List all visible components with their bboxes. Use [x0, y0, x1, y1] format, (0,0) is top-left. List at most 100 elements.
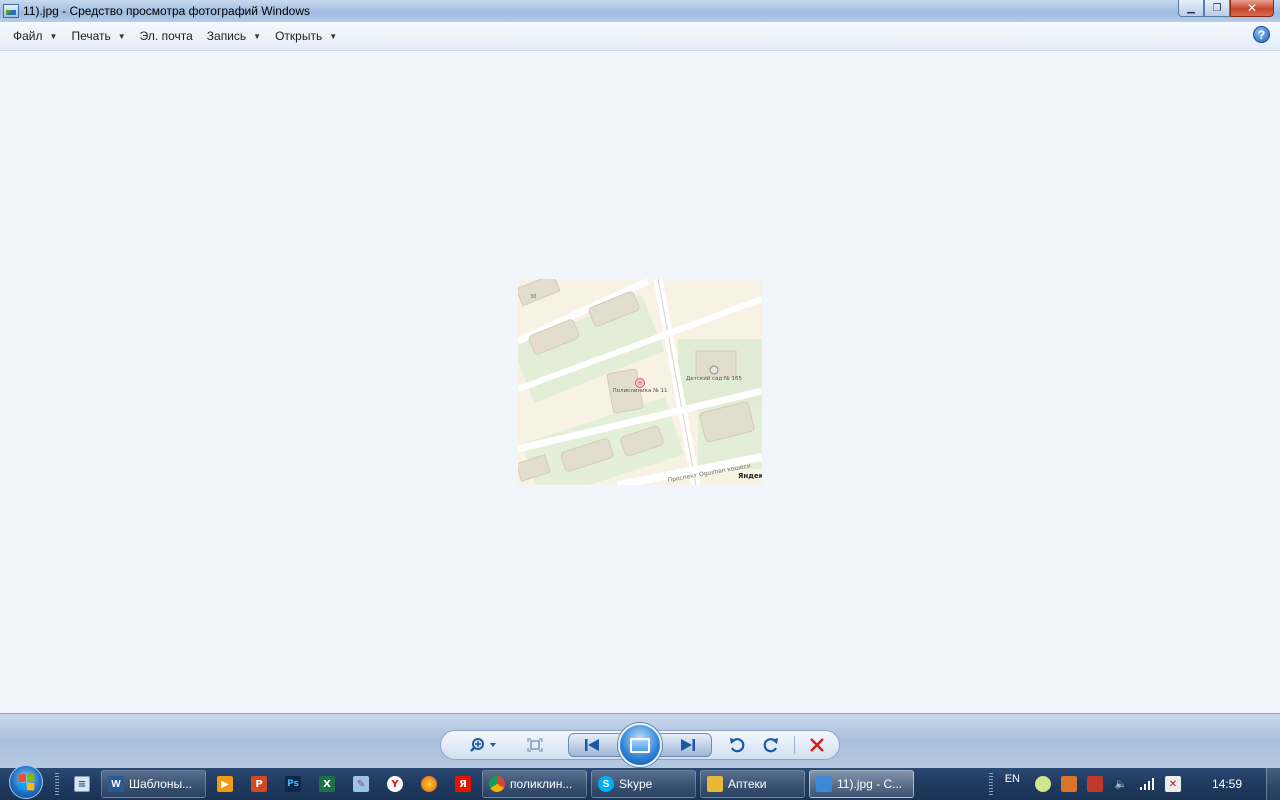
- quicklaunch-yandex-browser[interactable]: Y: [381, 771, 409, 797]
- paint-icon: ✎: [353, 776, 369, 792]
- next-icon: [681, 739, 695, 751]
- quicklaunch-yandex[interactable]: Я: [449, 771, 477, 797]
- quicklaunch-media[interactable]: ▶: [211, 771, 239, 797]
- close-icon: ✕: [1246, 1, 1258, 15]
- previous-button[interactable]: [578, 731, 606, 759]
- task-chrome-label: поликлин...: [510, 777, 573, 791]
- chrome-icon: [489, 776, 505, 792]
- rotate-left-icon: [730, 738, 745, 753]
- menu-email[interactable]: Эл. почта: [133, 25, 200, 47]
- minimize-icon: ▁: [1187, 2, 1195, 14]
- chevron-down-icon: ▼: [117, 31, 126, 41]
- map-label-brand: Яндекс: [738, 472, 762, 480]
- quicklaunch-grip[interactable]: [55, 773, 59, 795]
- actual-size-icon: [527, 738, 543, 752]
- task-skype-label: Skype: [619, 777, 653, 791]
- rotate-right-button[interactable]: [758, 731, 784, 759]
- actual-size-button[interactable]: [522, 731, 548, 759]
- yandex-browser-icon: Y: [387, 776, 403, 792]
- tray-app-icon[interactable]: [1034, 776, 1051, 792]
- language-indicator[interactable]: EN: [1005, 773, 1020, 785]
- tray-security-icon[interactable]: [1086, 776, 1103, 792]
- menu-print-label: Печать: [71, 29, 111, 43]
- excel-icon: X: [319, 776, 335, 792]
- delete-button[interactable]: [804, 731, 830, 759]
- task-skype[interactable]: S Skype: [591, 770, 696, 798]
- task-folder-label: Аптеки: [728, 777, 767, 791]
- show-desktop-button[interactable]: [1266, 768, 1280, 800]
- map-photo[interactable]: + Поликлиника № 11 Детский сад № 165 Про…: [518, 279, 762, 485]
- quicklaunch-firefox[interactable]: [415, 771, 443, 797]
- window-title: 11).jpg - Средство просмотра фотографий …: [23, 4, 310, 18]
- map-label-house-number: 30: [530, 294, 536, 300]
- network-error-icon[interactable]: ✕: [1164, 776, 1181, 792]
- rotate-left-button[interactable]: [724, 731, 750, 759]
- skype-icon: S: [598, 776, 614, 792]
- slideshow-button[interactable]: [618, 723, 662, 767]
- word-icon: W: [108, 776, 124, 792]
- close-button[interactable]: ✕: [1230, 0, 1274, 17]
- menu-burn[interactable]: Запись ▼: [200, 25, 268, 47]
- help-button[interactable]: ?: [1253, 26, 1270, 43]
- menu-file-label: Файл: [13, 29, 43, 43]
- photo-viewer-icon: [816, 776, 832, 792]
- menu-file[interactable]: Файл ▼: [6, 25, 64, 47]
- previous-icon: [585, 739, 599, 751]
- window-controls: ▁ ❐ ✕: [1178, 0, 1274, 17]
- notepad-icon: ≡: [74, 776, 90, 792]
- zoom-button[interactable]: [466, 731, 500, 759]
- chevron-down-icon: ▼: [329, 31, 338, 41]
- title-bar: 11).jpg - Средство просмотра фотографий …: [0, 0, 1280, 22]
- quicklaunch-notepad[interactable]: ≡: [68, 771, 96, 797]
- menu-email-label: Эл. почта: [139, 29, 193, 43]
- map-image: + Поликлиника № 11 Детский сад № 165 Про…: [518, 279, 762, 485]
- task-photo-viewer[interactable]: 11).jpg - С...: [809, 770, 914, 798]
- menu-burn-label: Запись: [206, 29, 247, 43]
- delete-icon: [810, 738, 824, 752]
- photo-viewer-app-icon: [3, 4, 19, 18]
- chevron-down-icon: ▼: [49, 31, 58, 41]
- svg-text:+: +: [637, 380, 642, 387]
- yandex-icon: Я: [455, 776, 471, 792]
- quicklaunch-excel[interactable]: X: [313, 771, 341, 797]
- tray-grip[interactable]: [988, 773, 993, 795]
- photo-display-area: + Поликлиника № 11 Детский сад № 165 Про…: [0, 51, 1280, 713]
- system-tray: EN 🔈 ✕ 14:59: [988, 768, 1280, 800]
- slideshow-icon: [630, 737, 650, 753]
- firefox-icon: [421, 776, 437, 792]
- task-photo-viewer-label: 11).jpg - С...: [837, 777, 903, 791]
- start-button[interactable]: [9, 765, 43, 799]
- task-folder[interactable]: Аптеки: [700, 770, 805, 798]
- tray-flag-icon[interactable]: [1060, 776, 1077, 792]
- windows-logo-icon: [18, 773, 35, 791]
- minimize-button[interactable]: ▁: [1178, 0, 1204, 17]
- taskbar: ≡ W Шаблоны... ▶ P Ps X ✎ Y Я поликлин..…: [0, 765, 1280, 800]
- quicklaunch-paint[interactable]: ✎: [347, 771, 375, 797]
- viewer-control-bar: [0, 713, 1280, 768]
- menu-open[interactable]: Открыть ▼: [268, 25, 344, 47]
- zoom-icon: [470, 738, 496, 752]
- volume-icon[interactable]: 🔈: [1113, 776, 1129, 792]
- task-word-label: Шаблоны...: [129, 777, 193, 791]
- task-chrome[interactable]: поликлин...: [482, 770, 587, 798]
- chevron-down-icon: ▼: [253, 31, 262, 41]
- next-button[interactable]: [674, 731, 702, 759]
- menu-print[interactable]: Печать ▼: [64, 25, 132, 47]
- photoshop-icon: Ps: [285, 776, 301, 792]
- controls-separator: [794, 736, 795, 754]
- task-word[interactable]: W Шаблоны...: [101, 770, 206, 798]
- quicklaunch-powerpoint[interactable]: P: [245, 771, 273, 797]
- signal-icon[interactable]: [1139, 776, 1155, 792]
- menu-open-label: Открыть: [275, 29, 323, 43]
- restore-icon: ❐: [1212, 2, 1222, 14]
- quicklaunch-photoshop[interactable]: Ps: [279, 771, 307, 797]
- rotate-right-icon: [763, 738, 778, 753]
- folder-icon: [707, 776, 723, 792]
- clock[interactable]: 14:59: [1212, 777, 1242, 791]
- menu-bar: Файл ▼ Печать ▼ Эл. почта Запись ▼ Откры…: [0, 22, 1280, 51]
- maximize-button[interactable]: ❐: [1204, 0, 1230, 17]
- media-player-icon: ▶: [217, 776, 233, 792]
- help-icon: ?: [1257, 27, 1266, 42]
- powerpoint-icon: P: [251, 776, 267, 792]
- map-label-clinic: Поликлиника № 11: [612, 388, 667, 394]
